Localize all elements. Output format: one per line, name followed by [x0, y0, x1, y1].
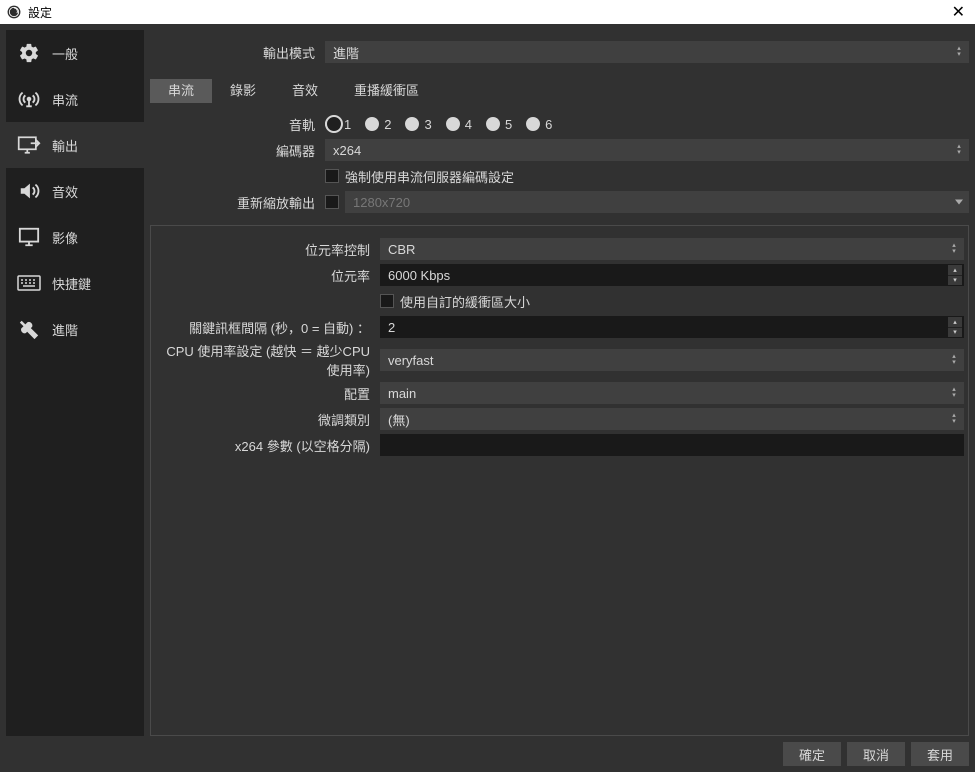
audio-track-label: 音軌	[150, 115, 325, 134]
output-icon	[16, 132, 42, 158]
profile-select[interactable]: main ▴▾	[380, 382, 964, 404]
enforce-encoder-checkbox[interactable]	[325, 169, 339, 183]
cpu-preset-label: CPU 使用率設定 (越快 ＝ 越少CPU使用率)	[155, 341, 380, 379]
custom-buffer-checkbox[interactable]	[380, 294, 394, 308]
sidebar-item-output[interactable]: 輸出	[6, 122, 144, 168]
updown-icon: ▴▾	[952, 43, 966, 61]
rescale-select[interactable]: 1280x720	[345, 191, 969, 213]
output-mode-select[interactable]: 進階 ▴▾	[325, 41, 969, 63]
ok-button[interactable]: 確定	[783, 742, 841, 766]
speaker-icon	[16, 178, 42, 204]
dialog-footer: 確定 取消 套用	[6, 736, 969, 766]
keyframe-input[interactable]: 2 ▴▾	[380, 316, 964, 338]
chevron-down-icon	[955, 200, 963, 205]
step-down-icon[interactable]: ▾	[948, 275, 962, 286]
bitrate-input[interactable]: 6000 Kbps ▴▾	[380, 264, 964, 286]
updown-icon: ▴▾	[947, 351, 961, 369]
audio-track-6[interactable]: 6	[526, 117, 552, 132]
step-up-icon[interactable]: ▴	[948, 317, 962, 327]
audio-track-4[interactable]: 4	[446, 117, 472, 132]
updown-icon: ▴▾	[947, 384, 961, 402]
encoder-label: 編碼器	[150, 141, 325, 160]
apply-button[interactable]: 套用	[911, 742, 969, 766]
sidebar-item-label: 快捷鍵	[52, 274, 91, 293]
tab-recording[interactable]: 錄影	[212, 79, 274, 103]
audio-track-5[interactable]: 5	[486, 117, 512, 132]
cpu-preset-select[interactable]: veryfast ▴▾	[380, 349, 964, 371]
cancel-button[interactable]: 取消	[847, 742, 905, 766]
sidebar-item-stream[interactable]: 串流	[6, 76, 144, 122]
antenna-icon	[16, 86, 42, 112]
audio-track-group: 1 2 3 4 5 6	[325, 117, 552, 132]
updown-icon: ▴▾	[947, 410, 961, 428]
x264opts-label: x264 參數 (以空格分隔)	[155, 436, 380, 455]
rescale-checkbox[interactable]	[325, 195, 339, 209]
gear-icon	[16, 40, 42, 66]
rate-control-select[interactable]: CBR ▴▾	[380, 238, 964, 260]
sidebar-item-label: 一般	[52, 44, 78, 63]
keyframe-label: 關鍵訊框間隔 (秒，0 = 自動) ：	[155, 318, 380, 337]
encoder-select[interactable]: x264 ▴▾	[325, 139, 969, 161]
audio-track-1[interactable]: 1	[325, 117, 351, 132]
tune-label: 微調類別	[155, 410, 380, 429]
enforce-encoder-label: 強制使用串流伺服器編碼設定	[345, 167, 514, 186]
sidebar-item-hotkeys[interactable]: 快捷鍵	[6, 260, 144, 306]
custom-buffer-label: 使用自訂的緩衝區大小	[400, 292, 530, 311]
keyboard-icon	[16, 270, 42, 296]
sidebar-item-video[interactable]: 影像	[6, 214, 144, 260]
monitor-icon	[16, 224, 42, 250]
encoder-settings-panel: 位元率控制 CBR ▴▾ 位元率 6000 Kbps ▴▾	[150, 225, 969, 736]
sidebar-item-label: 進階	[52, 320, 78, 339]
sidebar-item-label: 輸出	[52, 136, 78, 155]
step-down-icon[interactable]: ▾	[948, 327, 962, 338]
sidebar-item-label: 影像	[52, 228, 78, 247]
rate-control-label: 位元率控制	[155, 240, 380, 259]
bitrate-label: 位元率	[155, 266, 380, 285]
tools-icon	[16, 316, 42, 342]
step-up-icon[interactable]: ▴	[948, 265, 962, 275]
sidebar-item-label: 音效	[52, 182, 78, 201]
x264opts-input[interactable]	[380, 434, 964, 456]
window-title: 設定	[28, 4, 948, 21]
sidebar: 一般 串流 輸出 音效	[6, 30, 144, 736]
sidebar-item-label: 串流	[52, 90, 78, 109]
output-mode-label: 輸出模式	[150, 43, 325, 62]
profile-label: 配置	[155, 384, 380, 403]
close-icon[interactable]: ✕	[948, 2, 969, 22]
obs-logo-icon	[6, 4, 22, 20]
sidebar-item-advanced[interactable]: 進階	[6, 306, 144, 352]
sidebar-item-general[interactable]: 一般	[6, 30, 144, 76]
audio-track-3[interactable]: 3	[405, 117, 431, 132]
sidebar-item-audio[interactable]: 音效	[6, 168, 144, 214]
updown-icon: ▴▾	[947, 240, 961, 258]
audio-track-2[interactable]: 2	[365, 117, 391, 132]
tab-streaming[interactable]: 串流	[150, 79, 212, 103]
tab-audio[interactable]: 音效	[274, 79, 336, 103]
rescale-label: 重新縮放輸出	[150, 193, 325, 212]
tune-select[interactable]: (無) ▴▾	[380, 408, 964, 430]
output-tabs: 串流 錄影 音效 重播緩衝區	[150, 79, 969, 103]
tab-replay-buffer[interactable]: 重播緩衝區	[336, 79, 437, 103]
updown-icon: ▴▾	[952, 141, 966, 159]
